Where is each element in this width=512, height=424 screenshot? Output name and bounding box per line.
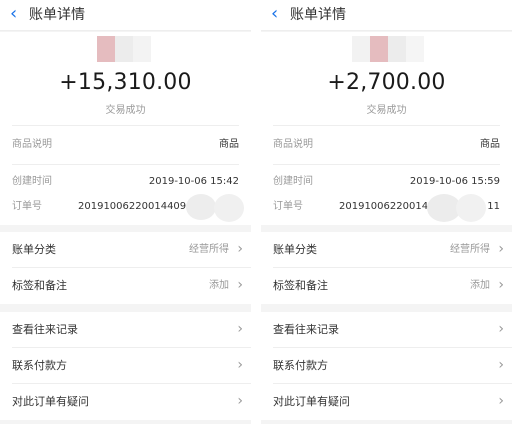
transaction-status: 交易成功	[366, 105, 407, 116]
list-item-label: 查看往来记录	[273, 323, 339, 336]
nav-bar: ‹ 账单详情	[0, 0, 251, 31]
amount-card: +15,310.00 交易成功	[0, 32, 251, 125]
list-item-label: 联系付款方	[12, 359, 67, 372]
bill-detail-screen-left: ‹ 账单详情 +15,310.00 交易成功 商品说明 商品 创建时间 2019…	[0, 0, 251, 424]
list-item-tags-notes[interactable]: 标签和备注 添加 ›	[0, 268, 251, 304]
detail-rows: 商品说明 商品 创建时间 2019-10-06 15:42 订单号 201910…	[0, 125, 251, 225]
created-label: 创建时间	[12, 176, 52, 187]
page-title: 账单详情	[29, 7, 85, 23]
product-label: 商品说明	[273, 139, 313, 150]
created-value: 2019-10-06 15:59	[409, 176, 500, 187]
list-item-value: 添加	[209, 280, 229, 291]
chevron-right-icon: ›	[498, 241, 504, 257]
back-chevron-icon[interactable]: ‹	[271, 4, 278, 24]
list-item-label: 账单分类	[273, 243, 317, 256]
product-label: 商品说明	[12, 139, 52, 150]
category-group: 账单分类 经营所得 › 标签和备注 添加 ›	[261, 232, 512, 304]
chevron-right-icon: ›	[237, 357, 243, 373]
actions-group: 查看往来记录 › 联系付款方 › 对此订单有疑问 ›	[0, 312, 251, 420]
list-item-question[interactable]: 对此订单有疑问 ›	[261, 384, 512, 420]
list-item-label: 查看往来记录	[12, 323, 78, 336]
transaction-amount: +2,700.00	[327, 70, 446, 95]
chevron-right-icon: ›	[237, 393, 243, 409]
page-title: 账单详情	[290, 7, 346, 23]
list-item-label: 账单分类	[12, 243, 56, 256]
counterparty-avatar	[87, 36, 165, 62]
chevron-right-icon: ›	[498, 393, 504, 409]
category-group: 账单分类 经营所得 › 标签和备注 添加 ›	[0, 232, 251, 304]
list-item-label: 标签和备注	[12, 279, 67, 292]
list-item-question[interactable]: 对此订单有疑问 ›	[0, 384, 251, 420]
created-value: 2019-10-06 15:42	[148, 176, 239, 187]
back-chevron-icon[interactable]: ‹	[10, 4, 17, 24]
counterparty-avatar	[348, 36, 426, 62]
redaction-blob	[214, 194, 244, 222]
list-item-value: 经营所得	[450, 244, 490, 255]
transaction-amount: +15,310.00	[59, 70, 192, 95]
actions-group: 查看往来记录 › 联系付款方 › 对此订单有疑问 ›	[261, 312, 512, 420]
product-value: 商品	[480, 139, 500, 150]
redaction-blob	[456, 194, 486, 222]
chevron-right-icon: ›	[498, 321, 504, 337]
bill-detail-screen-right: ‹ 账单详情 +2,700.00 交易成功 商品说明 商品 创建时间 2019-…	[261, 0, 512, 424]
order-label: 订单号	[12, 201, 42, 212]
list-item-label: 对此订单有疑问	[273, 395, 350, 408]
chevron-right-icon: ›	[237, 277, 243, 293]
nav-bar: ‹ 账单详情	[261, 0, 512, 31]
list-item-tags-notes[interactable]: 标签和备注 添加 ›	[261, 268, 512, 304]
list-item-contact-payer[interactable]: 联系付款方 ›	[261, 348, 512, 384]
list-item-history[interactable]: 查看往来记录 ›	[261, 312, 512, 348]
amount-card: +2,700.00 交易成功	[261, 32, 512, 125]
list-item-contact-payer[interactable]: 联系付款方 ›	[0, 348, 251, 384]
chevron-right-icon: ›	[237, 241, 243, 257]
chevron-right-icon: ›	[237, 321, 243, 337]
list-item-value: 添加	[470, 280, 490, 291]
list-item-history[interactable]: 查看往来记录 ›	[0, 312, 251, 348]
list-item-label: 标签和备注	[273, 279, 328, 292]
chevron-right-icon: ›	[498, 277, 504, 293]
list-item-label: 对此订单有疑问	[12, 395, 89, 408]
detail-rows: 商品说明 商品 创建时间 2019-10-06 15:59 订单号 201910…	[261, 125, 512, 225]
screen-divider	[251, 0, 261, 424]
chevron-right-icon: ›	[498, 357, 504, 373]
list-item-label: 联系付款方	[273, 359, 328, 372]
order-label: 订单号	[273, 201, 303, 212]
created-label: 创建时间	[273, 176, 313, 187]
list-item-category[interactable]: 账单分类 经营所得 ›	[261, 232, 512, 268]
redaction-blob	[186, 194, 216, 220]
transaction-status: 交易成功	[105, 105, 146, 116]
product-value: 商品	[219, 139, 239, 150]
list-item-category[interactable]: 账单分类 经营所得 ›	[0, 232, 251, 268]
order-suffix: 11	[487, 201, 500, 212]
list-item-value: 经营所得	[189, 244, 229, 255]
